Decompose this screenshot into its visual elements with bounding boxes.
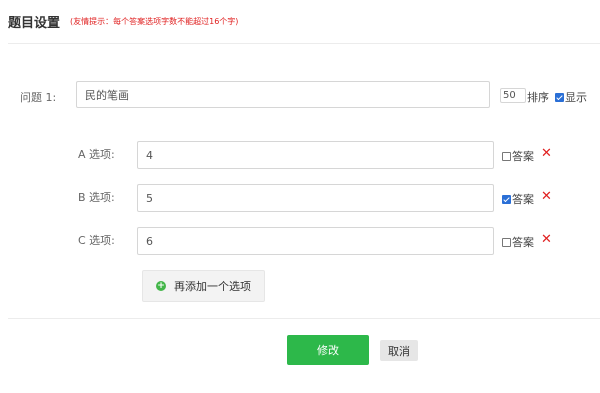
sort-label: 排序 — [527, 91, 549, 104]
question-input[interactable]: 民的笔画 — [76, 81, 490, 108]
header-divider — [8, 43, 600, 44]
answer-checkbox-b[interactable] — [502, 194, 511, 204]
display-checkbox-row[interactable]: 显示 — [555, 89, 587, 105]
answer-checkbox-row-c[interactable]: 答案 — [502, 234, 534, 250]
plus-circle-icon: + — [156, 281, 166, 291]
delete-option-c-icon[interactable]: ✕ — [541, 233, 552, 246]
answer-label-c: 答案 — [512, 236, 534, 249]
submit-button[interactable]: 修改 — [287, 335, 369, 365]
section-title: 题目设置 — [8, 16, 61, 31]
delete-option-a-icon[interactable]: ✕ — [541, 147, 552, 160]
delete-option-b-icon[interactable]: ✕ — [541, 190, 552, 203]
answer-checkbox-a[interactable] — [502, 151, 511, 161]
add-option-button[interactable]: + 再添加一个选项 — [142, 270, 265, 302]
option-input-b[interactable]: 5 — [137, 184, 494, 212]
option-input-a[interactable]: 4 — [137, 141, 494, 169]
footer-divider — [8, 318, 600, 319]
answer-checkbox-row-a[interactable]: 答案 — [502, 148, 534, 164]
sort-order-input[interactable]: 50 — [500, 88, 526, 103]
option-input-c[interactable]: 6 — [137, 227, 494, 255]
answer-label-a: 答案 — [512, 150, 534, 163]
display-label: 显示 — [565, 91, 587, 104]
cancel-button[interactable]: 取消 — [380, 340, 418, 361]
option-label-c: C 选项: — [78, 234, 115, 247]
question-label: 问题 1: — [20, 91, 57, 104]
option-label-b: B 选项: — [78, 191, 115, 204]
answer-checkbox-row-b[interactable]: 答案 — [502, 191, 534, 207]
option-label-a: A 选项: — [78, 148, 115, 161]
answer-label-b: 答案 — [512, 193, 534, 206]
hint-text: (友情提示：每个答案选项字数不能超过16个字) — [70, 17, 239, 26]
display-checkbox[interactable] — [555, 92, 564, 102]
add-option-label: 再添加一个选项 — [174, 280, 251, 293]
answer-checkbox-c[interactable] — [502, 237, 511, 247]
